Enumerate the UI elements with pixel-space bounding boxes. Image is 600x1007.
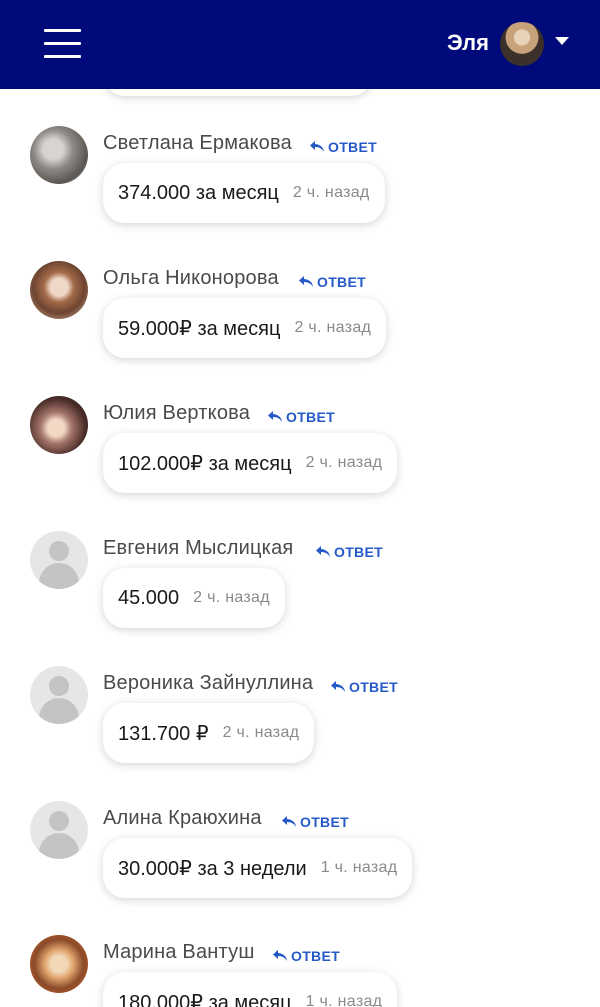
comment-item: Светлана Ермакова ОТВЕТ 374.000 за месяц… [0,126,600,246]
comment-author[interactable]: Алина Краюхина [103,807,262,835]
avatar-placeholder[interactable] [30,531,88,589]
reply-arrow-icon [310,141,324,152]
reply-button[interactable]: ОТВЕТ [309,137,377,157]
comment-text: 102.000₽ за месяц [118,452,292,475]
reply-arrow-icon [331,681,345,692]
reply-arrow-icon [282,816,296,827]
reply-arrow-icon [273,950,287,961]
comment-time: 1 ч. назад [305,993,383,1007]
reply-button[interactable]: ОТВЕТ [281,812,349,832]
user-name: Эля [447,30,489,55]
comment-bubble: 374.000 за месяц 2 ч. назад [103,163,385,223]
comment-author[interactable]: Юлия Верткова [103,402,250,430]
comment-text: 30.000₽ за 3 недели [118,857,307,880]
comment-bubble: 180.000₽ за месяц 1 ч. назад [103,972,398,1007]
user-avatar [500,22,544,66]
comment-bubble: 131.700 ₽ 2 ч. назад [103,703,315,763]
caret-down-icon [555,37,569,45]
reply-button[interactable]: ОТВЕТ [298,272,366,292]
hamburger-menu-icon[interactable] [44,29,81,58]
avatar[interactable] [30,935,88,993]
comment-author[interactable]: Ольга Никонорова [103,267,279,295]
reply-label: ОТВЕТ [349,679,398,695]
reply-button[interactable]: ОТВЕТ [272,946,340,966]
top-app-bar: Эля [0,0,600,89]
reply-arrow-icon [316,546,330,557]
avatar[interactable] [30,261,88,319]
page: Светлана Ермакова ОТВЕТ 374.000 за месяц… [0,0,600,1007]
comment-time: 2 ч. назад [292,184,370,201]
comment-item: Ольга Никонорова ОТВЕТ 59.000₽ за месяц … [0,261,600,381]
comment-time: 2 ч. назад [193,589,270,606]
comment-time: 1 ч. назад [320,859,398,876]
avatar[interactable] [30,126,88,184]
user-menu[interactable]: Эля [430,0,600,89]
avatar-placeholder[interactable] [30,801,88,859]
avatar-placeholder[interactable] [30,666,88,724]
reply-label: ОТВЕТ [300,814,349,830]
comment-item: Евгения Мыслицкая ОТВЕТ 45.000 2 ч. наза… [0,531,600,651]
comment-text: 180.000₽ за месяц [118,991,292,1007]
comment-author[interactable]: Светлана Ермакова [103,132,292,160]
comment-item: Юлия Верткова ОТВЕТ 102.000₽ за месяц 2 … [0,396,600,516]
comment-time: 2 ч. назад [305,454,383,471]
reply-button[interactable]: ОТВЕТ [330,677,398,697]
comment-bubble: 30.000₽ за 3 недели 1 ч. назад [103,838,413,898]
reply-arrow-icon [268,411,282,422]
comment-text: 131.700 ₽ [118,722,209,745]
comment-item: Алина Краюхина ОТВЕТ 30.000₽ за 3 недели… [0,801,600,921]
reply-label: ОТВЕТ [286,409,335,425]
comment-text: 45.000 [118,586,180,609]
comment-item: Вероника Зайнуллина ОТВЕТ 131.700 ₽ 2 ч.… [0,666,600,786]
comment-author[interactable]: Евгения Мыслицкая [103,537,293,565]
comment-bubble: 59.000₽ за месяц 2 ч. назад [103,298,387,358]
reply-button[interactable]: ОТВЕТ [315,542,383,562]
reply-label: ОТВЕТ [328,139,377,155]
comment-text: 374.000 за месяц [118,181,279,204]
reply-arrow-icon [299,276,313,287]
avatar[interactable] [30,396,88,454]
reply-label: ОТВЕТ [334,544,383,560]
comment-text: 59.000₽ за месяц [118,317,281,340]
reply-label: ОТВЕТ [317,274,366,290]
comment-bubble: 102.000₽ за месяц 2 ч. назад [103,433,398,493]
comment-bubble: 45.000 2 ч. назад [103,568,285,628]
comments-feed[interactable]: Светлана Ермакова ОТВЕТ 374.000 за месяц… [0,0,600,1007]
comment-item: Марина Вантуш ОТВЕТ 180.000₽ за месяц 1 … [0,935,600,1007]
comment-time: 2 ч. назад [222,724,300,741]
reply-label: ОТВЕТ [291,948,340,964]
reply-button[interactable]: ОТВЕТ [267,407,335,427]
comment-author[interactable]: Вероника Зайнуллина [103,672,313,700]
comment-time: 2 ч. назад [294,319,372,336]
comment-author[interactable]: Марина Вантуш [103,941,255,969]
